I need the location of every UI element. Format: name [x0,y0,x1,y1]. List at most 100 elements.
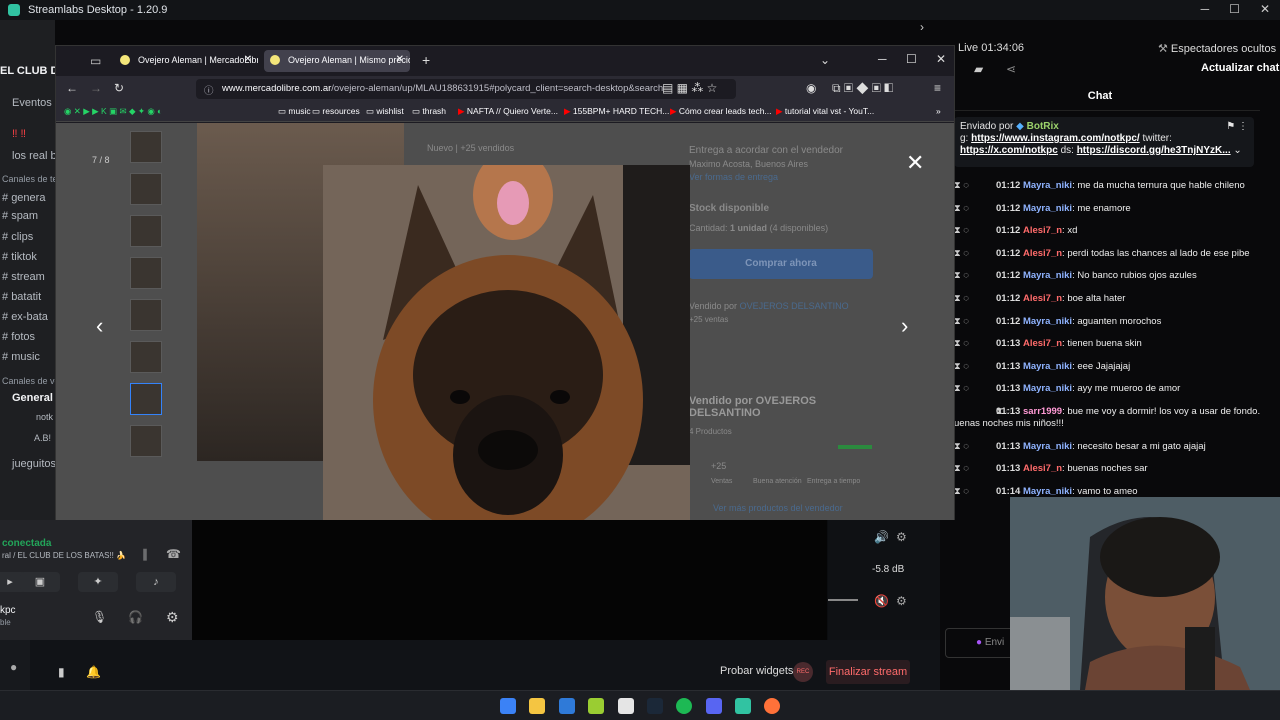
maximize-icon[interactable]: ☐ [906,52,917,66]
message-user[interactable]: Mayra_niki [1023,441,1072,452]
bookmark-item[interactable]: ▶ 155BPM+ HARD TECH... [564,106,669,117]
message-user[interactable]: Alesi7_n [1023,225,1062,236]
test-widgets-button[interactable]: Probar widgets [720,665,793,677]
notification-bell-icon[interactable]: 🔔 [86,665,101,679]
url-bar[interactable]: ⓘ www.mercadolibre.com.ar/ovejero-aleman/… [196,79,736,99]
volume-icon[interactable]: 🔊 [874,530,889,544]
channel-item[interactable]: # stream [2,271,45,283]
site-info-icon[interactable]: ⓘ [204,83,214,97]
tab-list-icon[interactable]: ▭ [90,54,101,68]
discord-icon[interactable] [706,698,722,714]
steam-icon[interactable] [647,698,663,714]
stats-icon[interactable]: ▮ [58,665,65,679]
back-icon[interactable]: ← [66,81,78,95]
close-icon[interactable]: ✕ [936,52,946,66]
shipping-link[interactable]: Ver formas de entrega [689,172,778,182]
quantity-select[interactable]: Cantidad: 1 unidad (4 disponibles) [689,223,828,233]
next-image-icon[interactable]: › [901,313,908,339]
voice-channel-general[interactable]: General [12,392,53,404]
server-title[interactable]: EL CLUB DE [0,65,55,77]
popout-icon[interactable]: ▰ [974,62,983,76]
message-user[interactable]: Mayra_niki [1023,180,1072,191]
minimize-icon[interactable]: ─ [878,52,887,66]
maximize-icon[interactable]: ☐ [1229,2,1240,16]
moderation-icons[interactable]: ⧗ ◌ [954,293,969,305]
viewers-toggle[interactable]: ⚒ Espectadores ocultos [1158,42,1276,55]
gallery-thumbnail[interactable] [130,341,162,373]
moderation-icons[interactable]: ⧗ ◌ [954,406,1011,418]
live-app-icon[interactable] [588,698,604,714]
end-stream-button[interactable]: Finalizar stream [826,660,910,684]
vscode-icon[interactable] [559,698,575,714]
moderation-icons[interactable]: ⧗ ◌ [954,361,969,373]
moderation-icons[interactable]: ⧗ ◌ [954,441,969,453]
microphone-icon[interactable]: 🎙 [92,610,107,624]
spotify-icon[interactable] [676,698,692,714]
moderation-icons[interactable]: ⧗ ◌ [954,270,969,282]
refresh-chat-button[interactable]: Actualizar chat [1201,62,1279,74]
chevron-down-icon[interactable]: ⌄ [820,53,830,67]
capcut-icon[interactable] [618,698,634,714]
moderation-icons[interactable]: ⧗ ◌ [954,463,969,475]
bookmark-folder[interactable]: ▭ wishlist [366,106,404,117]
message-user[interactable]: Mayra_niki [1023,270,1072,281]
message-user[interactable]: Mayra_niki [1023,486,1072,497]
previous-image-icon[interactable]: ‹ [96,313,103,339]
tab-mercadolibre-1[interactable]: Ovejero Aleman | MercadoLibre ✕ [114,50,258,72]
moderation-icons[interactable]: ⧗ ◌ [954,486,969,498]
chevron-right-icon[interactable]: › [920,20,924,34]
gear-icon[interactable]: ⚙ [896,530,907,544]
waveform-icon[interactable]: ∥ [142,547,148,561]
whatsapp-icon[interactable]: ◉ ✕ ▶ ▶ K ▣ ✉ ◆ ✦ ◉ ◐ [64,106,162,117]
gallery-thumbnail[interactable] [130,299,162,331]
bookmark-folder[interactable]: ▭ thrash [412,106,446,117]
close-lightbox-icon[interactable]: ✕ [906,150,924,176]
forward-icon[interactable]: → [90,81,102,95]
moderation-icons[interactable]: ⧗ ◌ [954,225,969,237]
instagram-link[interactable]: https://www.instagram.com/notkpc/ [971,133,1140,144]
windows-start-icon[interactable] [500,698,516,714]
tab-mercadolibre-2[interactable]: Ovejero Aleman | Mismo precio ✕ [264,50,410,72]
channel-item[interactable]: los real b [12,150,55,162]
channel-item[interactable]: # spam [2,210,38,222]
share-icon[interactable]: ⋖ [1006,62,1016,76]
extensions-icon[interactable]: ⧉ ▣ ◆ ▣ ◧ [832,81,893,96]
message-user[interactable]: Alesi7_n [1023,248,1062,259]
gallery-thumbnail-selected[interactable] [130,383,162,415]
voice-user[interactable]: A.B! [34,433,51,443]
bookmark-item[interactable]: ▶ Cómo crear leads tech... [670,106,772,117]
bookmark-item[interactable]: ▶ tutorial vital vst - YouT... [776,106,874,117]
message-user[interactable]: Alesi7_n [1023,293,1062,304]
voice-user[interactable]: notk [36,412,53,422]
gear-icon[interactable]: ⚙ [166,609,179,626]
pin-icon[interactable]: ⚑ ⋮ [1226,121,1248,133]
message-user[interactable]: Mayra_niki [1023,203,1072,214]
channel-item[interactable]: # ex-bata [2,311,48,323]
category-voice[interactable]: Canales de voz [2,376,55,386]
headphones-icon[interactable]: 🎧 [128,610,143,624]
lightbox-photo[interactable] [323,165,690,520]
more-products-link[interactable]: Ver más productos del vendedor [713,503,843,513]
account-icon[interactable]: ◉ [806,81,816,95]
seller-link[interactable]: OVEJEROS DELSANTINO [740,301,849,311]
channel-item[interactable]: # clips [2,231,33,243]
x-link[interactable]: https://x.com/notkpc [960,145,1058,156]
mute-icon[interactable]: 🔇 [874,594,889,608]
bookmark-folder[interactable]: ▭ music [278,106,311,117]
moderation-icons[interactable]: ⧗ ◌ [954,180,969,192]
new-tab-icon[interactable]: + [422,52,430,68]
gallery-thumbnail[interactable] [130,131,162,163]
channel-alert[interactable]: ‼ ‼ [12,128,26,140]
close-icon[interactable]: ✕ [1260,2,1270,16]
more-bookmarks-icon[interactable]: » [936,106,941,116]
gallery-thumbnail[interactable] [130,215,162,247]
reader-icon[interactable]: ▤ ▦ ⁂ ☆ [662,81,717,95]
gear-icon[interactable]: ⚙ [896,594,907,608]
message-user[interactable]: Mayra_niki [1023,361,1072,372]
user-icon[interactable]: ● [10,660,17,674]
firefox-icon[interactable] [764,698,780,714]
chevron-down-icon[interactable]: ⌄ [1233,145,1241,156]
channel-item[interactable]: jueguitos [12,458,55,470]
channel-item[interactable]: # genera [2,192,45,204]
gallery-thumbnail[interactable] [130,425,162,457]
